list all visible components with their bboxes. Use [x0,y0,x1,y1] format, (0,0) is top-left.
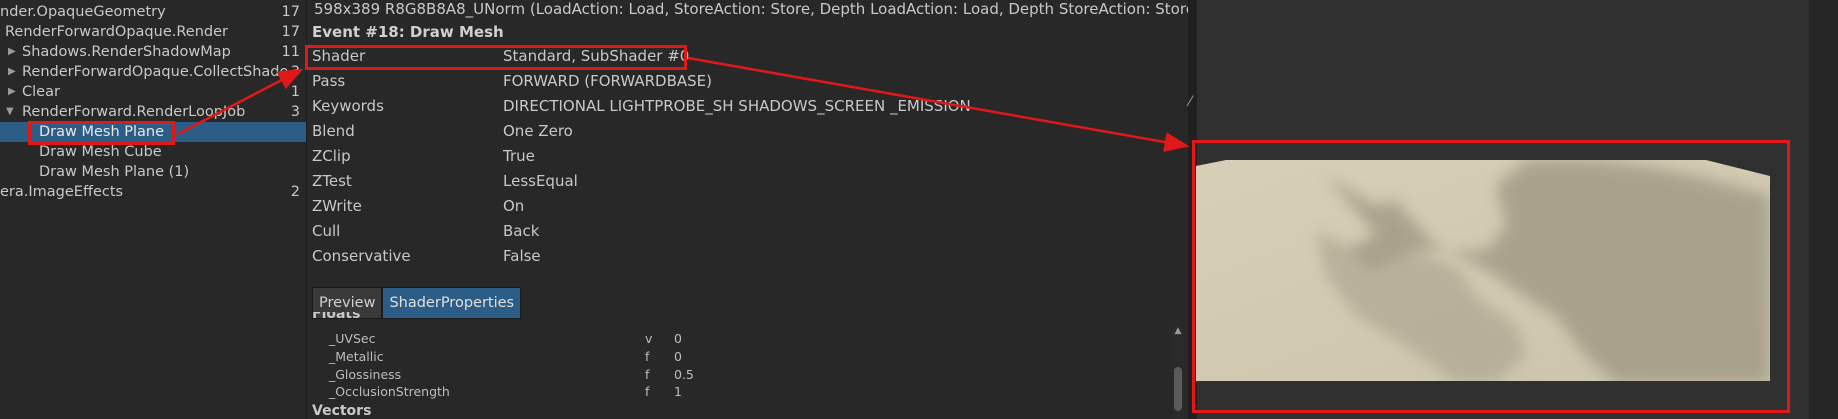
property-key: Conservative [312,247,411,265]
expand-arrow-icon[interactable]: ▶ [8,42,16,62]
property-value: One Zero [503,122,573,140]
shader-property-stage: f [645,384,650,399]
property-key: Cull [312,222,341,240]
vectors-section-header: Vectors [312,403,372,419]
tree-item-label: Clear [22,84,60,100]
preview-panel-edge [1809,0,1838,419]
property-key: ZWrite [312,197,362,215]
tree-item-count: 11 [281,44,300,60]
annotation-box-shader [305,45,687,70]
annotation-box-preview [1192,140,1790,413]
shader-property-value: 0.5 [674,367,694,382]
shader-property-stage: v [645,331,653,346]
shader-property-value: 0 [674,331,682,346]
expand-arrow-icon[interactable]: ▶ [8,62,16,82]
tree-item[interactable]: ▶ Clear 1 [0,82,306,102]
shader-property-name: _UVSec [329,331,376,346]
shader-property-stage: f [645,349,650,364]
expand-arrow-icon[interactable]: ▶ [8,82,16,102]
property-value: Back [503,222,540,240]
property-key: Pass [312,72,346,90]
property-value: FORWARD (FORWARDBASE) [503,72,713,90]
shader-property-value: 0 [674,349,682,364]
shader-property-name: _Glossiness [329,367,402,382]
tree-item-label: RenderForward.RenderLoopJob [22,104,246,120]
property-key: Blend [312,122,355,140]
tree-item-count: 2 [290,184,300,200]
annotation-box-tree-item [28,121,175,145]
property-key: ZClip [312,147,351,165]
collapse-arrow-icon[interactable]: ▼ [6,102,14,122]
shader-property-name: _OcclusionStrength [329,384,450,399]
tree-item-label: nder.OpaqueGeometry [0,4,166,20]
tree-item-label: RenderForwardOpaque.Render [5,24,228,40]
tree-item[interactable]: ▼ RenderForward.RenderLoopJob 3 [0,102,306,122]
tree-item[interactable]: nder.OpaqueGeometry 17 [0,2,306,22]
shader-property-name: _Metallic [329,349,384,364]
tree-item-count: 17 [281,24,300,40]
tree-item-label: RenderForwardOpaque.CollectShado [22,64,289,80]
event-tree-panel: nder.OpaqueGeometry 17 RenderForwardOpaq… [0,0,306,419]
property-value: False [503,247,541,265]
splitter-handle-icon[interactable]: ⁄ [1189,94,1191,110]
scrollbar-thumb[interactable] [1174,367,1182,411]
tree-item[interactable]: Draw Mesh Plane (1) [0,162,306,182]
tree-item-count: 1 [290,84,300,100]
shader-property-stage: f [645,367,650,382]
tree-item-count: 3 [290,104,300,120]
tree-item-label: Draw Mesh Plane (1) [39,164,190,180]
property-key: ZTest [312,172,352,190]
tree-item-label: Shadows.RenderShadowMap [22,44,231,60]
property-value: DIRECTIONAL LIGHTPROBE_SH SHADOWS_SCREEN… [503,97,971,115]
tree-item[interactable]: ▶ RenderForwardOpaque.CollectShado 3 [0,62,306,82]
tree-item[interactable]: Draw Mesh Cube [0,142,306,162]
floats-section-header: Floats [312,312,361,321]
tree-item-label: era.ImageEffects [0,184,124,200]
tree-item[interactable]: era.ImageEffects 2 [0,182,306,202]
property-value: True [503,147,535,165]
target-format-header: 598x389 R8G8B8A8_UNorm (LoadAction: Load… [314,0,1189,18]
event-title: Event #18: Draw Mesh [312,23,504,41]
scroll-up-arrow-icon[interactable]: ▲ [1174,326,1182,336]
tree-item[interactable]: RenderForwardOpaque.Render 17 [0,22,306,42]
property-key: Keywords [312,97,384,115]
tab-shader-properties[interactable]: ShaderProperties [382,287,522,319]
tree-item[interactable]: ▶ Shadows.RenderShadowMap 11 [0,42,306,62]
shader-property-value: 1 [674,384,682,399]
property-value: On [503,197,525,215]
tree-item-count: 3 [290,64,300,80]
tree-item-count: 17 [281,4,300,20]
property-value: LessEqual [503,172,578,190]
tree-item-label: Draw Mesh Cube [39,144,162,160]
